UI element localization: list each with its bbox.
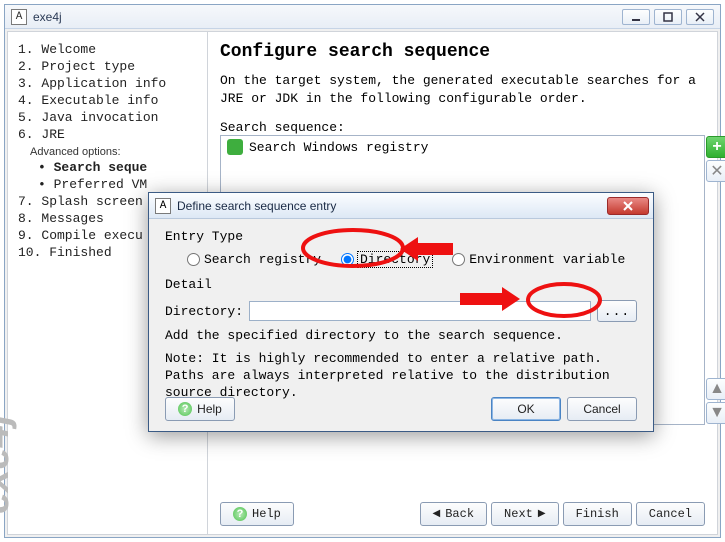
radio-label: Environment variable [469, 252, 625, 267]
radio-environment-variable[interactable]: Environment variable [452, 252, 625, 267]
app-icon: A [155, 198, 171, 214]
entry-type-label: Entry Type [165, 229, 637, 244]
dialog-cancel-button[interactable]: Cancel [567, 397, 637, 421]
radio-label: Directory [358, 252, 432, 267]
ok-button[interactable]: OK [491, 397, 561, 421]
entry-type-radios: Search registry Directory Environment va… [187, 252, 637, 267]
directory-note: Note: It is highly recommended to enter … [165, 351, 637, 402]
directory-hint: Add the specified directory to the searc… [165, 328, 637, 343]
dialog-close-button[interactable] [607, 197, 649, 215]
dialog-title: Define search sequence entry [177, 199, 336, 213]
browse-button[interactable]: ... [597, 300, 637, 322]
directory-field-label: Directory: [165, 304, 243, 319]
help-label: Help [197, 402, 222, 416]
radio-search-registry[interactable]: Search registry [187, 252, 321, 267]
dialog-titlebar[interactable]: A Define search sequence entry [149, 193, 653, 219]
dialog-help-button[interactable]: ? Help [165, 397, 235, 421]
dialog-footer: ? Help OK Cancel [165, 397, 637, 421]
directory-input[interactable] [249, 301, 591, 321]
help-icon: ? [178, 402, 192, 416]
detail-label: Detail [165, 277, 637, 292]
radio-directory[interactable]: Directory [341, 252, 432, 267]
radio-label: Search registry [204, 252, 321, 267]
define-entry-dialog: A Define search sequence entry Entry Typ… [148, 192, 654, 432]
